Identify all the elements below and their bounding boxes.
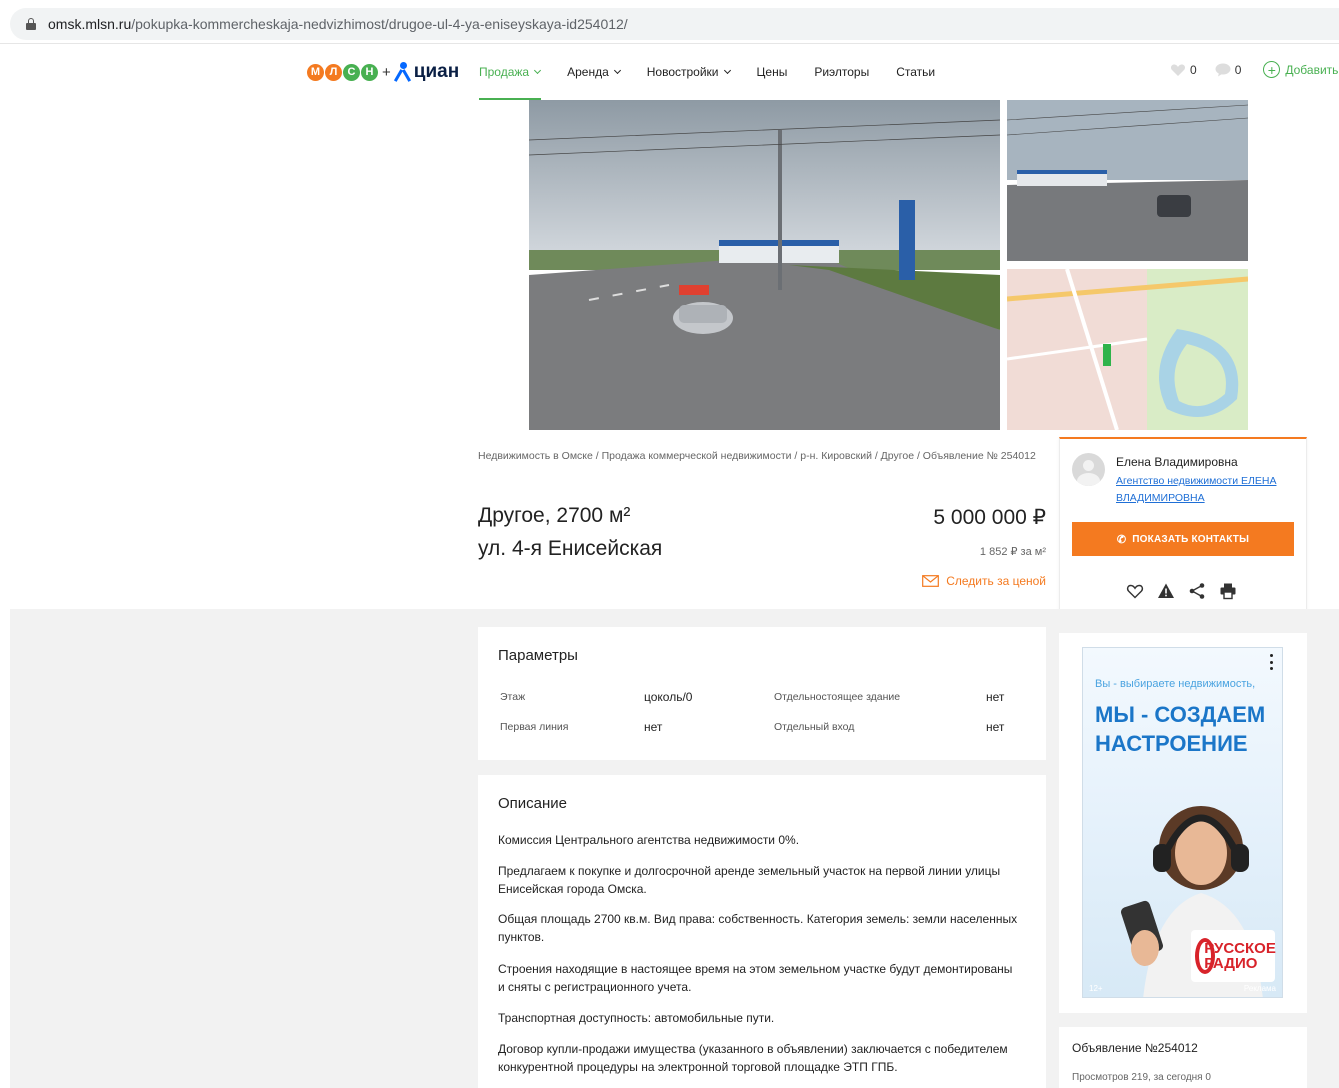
logo-plus: + bbox=[382, 63, 391, 81]
ad-label: Реклама bbox=[1243, 984, 1276, 993]
chevron-down-icon bbox=[723, 66, 731, 75]
listing-number: Объявление №254012 bbox=[1072, 1041, 1198, 1055]
street-photo-image bbox=[529, 100, 1000, 430]
url-host: omsk.mlsn.ru bbox=[48, 16, 132, 32]
nav-item-label: Продажа bbox=[479, 65, 530, 79]
listing-info-card: Объявление №254012 Просмотров 219, за се… bbox=[1059, 1027, 1307, 1088]
russkoe-radio-logo: РУССКОЕ РАДИО bbox=[1191, 930, 1276, 982]
listing-views: Просмотров 219, за сегодня 0 bbox=[1072, 1072, 1211, 1083]
description-card: Описание Комиссия Центрального агентства… bbox=[478, 775, 1046, 1088]
map-thumbnail[interactable] bbox=[1007, 269, 1248, 430]
description-paragraph: Строения находящие в настоящее время на … bbox=[498, 962, 1013, 994]
parameters-title: Параметры bbox=[498, 647, 578, 664]
ad-small-text: Вы - выбираете недвижимость, bbox=[1095, 678, 1256, 690]
description-paragraph: Предлагаем к покупке и долгосрочной арен… bbox=[498, 864, 1001, 896]
param-value-floor: цоколь/0 bbox=[644, 690, 693, 704]
share-icon[interactable] bbox=[1188, 582, 1206, 600]
card-actions bbox=[1126, 582, 1237, 600]
ad-banner[interactable]: Вы - выбираете недвижимость, МЫ - СОЗДАЕ… bbox=[1082, 647, 1283, 998]
show-contacts-button[interactable]: ✆ ПОКАЗАТЬ КОНТАКТЫ bbox=[1072, 522, 1294, 556]
cian-person-icon bbox=[393, 62, 411, 82]
main-nav: Продажа Аренда Новостройки Цены Риэлторы… bbox=[479, 44, 962, 100]
param-label-floor: Этаж bbox=[500, 691, 526, 703]
add-listing-label: Добавить bbox=[1285, 62, 1339, 77]
listing-title: Другое, 2700 м² bbox=[478, 504, 631, 527]
ad-card: Вы - выбираете недвижимость, МЫ - СОЗДАЕ… bbox=[1059, 633, 1307, 1013]
description-title: Описание bbox=[498, 795, 568, 812]
chevron-down-icon bbox=[613, 66, 621, 75]
chat-icon bbox=[1215, 63, 1231, 76]
site-logo[interactable]: М Л С Н + циан bbox=[307, 60, 459, 84]
favorites-count: 0 bbox=[1190, 62, 1197, 77]
print-icon[interactable] bbox=[1219, 582, 1237, 600]
nav-item-realtors[interactable]: Риэлторы bbox=[814, 44, 869, 100]
agent-name: Елена Владимировна bbox=[1116, 455, 1238, 469]
param-value-first-line: нет bbox=[644, 720, 663, 734]
logo-letter: Л bbox=[325, 63, 342, 81]
map-thumbnail-image bbox=[1007, 269, 1248, 430]
ad-age-rating: 12+ bbox=[1089, 984, 1103, 993]
header-actions: 0 0 + Добавить bbox=[1170, 61, 1338, 78]
nav-item-label: Цены bbox=[756, 65, 788, 79]
avatar bbox=[1072, 453, 1105, 486]
cian-logo-text: циан bbox=[413, 61, 460, 82]
chevron-down-icon bbox=[534, 66, 542, 75]
phone-icon: ✆ bbox=[1116, 533, 1127, 546]
parameters-card: Параметры Этаж цоколь/0 Отдельностоящее … bbox=[478, 627, 1046, 760]
watch-price-link[interactable]: Следить за ценой bbox=[880, 574, 1046, 588]
nav-item-prices[interactable]: Цены bbox=[757, 44, 788, 100]
param-label-detached: Отдельностоящее здание bbox=[774, 691, 901, 703]
street-thumbnail[interactable] bbox=[1007, 100, 1248, 261]
breadcrumb[interactable]: Недвижимость в Омске / Продажа коммерчес… bbox=[478, 448, 1048, 465]
ad-menu-icon[interactable] bbox=[1270, 654, 1274, 670]
param-value-separate-entrance: нет bbox=[986, 720, 1005, 734]
main-photo[interactable] bbox=[529, 100, 1000, 430]
lock-icon[interactable] bbox=[26, 18, 36, 30]
site-header: М Л С Н + циан Продажа Аренда Новостройк… bbox=[0, 44, 1339, 100]
nav-item-rent[interactable]: Аренда bbox=[567, 44, 621, 100]
nav-item-sale[interactable]: Продажа bbox=[479, 44, 542, 100]
nav-item-label: Риэлторы bbox=[814, 65, 870, 79]
mlsn-logo: М Л С Н bbox=[307, 63, 378, 81]
logo-letter: Н bbox=[361, 63, 378, 81]
agency-link[interactable]: Агентство недвижимости ЕЛЕНА ВЛАДИМИРОВН… bbox=[1116, 473, 1296, 507]
description-paragraph: Договор купли-продажи имущества (указанн… bbox=[498, 1042, 1008, 1074]
ad-headline: МЫ - СОЗДАЕМ НАСТРОЕНИЕ bbox=[1095, 702, 1266, 756]
nav-item-new-buildings[interactable]: Новостройки bbox=[646, 44, 731, 100]
show-contacts-label: ПОКАЗАТЬ КОНТАКТЫ bbox=[1132, 533, 1250, 545]
contact-card: Елена Владимировна Агентство недвижимост… bbox=[1059, 437, 1307, 620]
logo-letter: С bbox=[343, 63, 360, 81]
description-paragraph: Транспортная доступность: автомобильные … bbox=[498, 1011, 775, 1025]
heart-icon bbox=[1170, 64, 1186, 76]
nav-item-label: Аренда bbox=[567, 65, 609, 79]
listing-address: ул. 4-я Енисейская bbox=[478, 537, 663, 560]
param-label-first-line: Первая линия bbox=[500, 721, 569, 733]
param-value-detached: нет bbox=[986, 690, 1005, 704]
cian-logo: циан bbox=[393, 61, 460, 83]
favorites-button[interactable]: 0 bbox=[1170, 63, 1197, 77]
messages-count: 0 bbox=[1234, 62, 1242, 77]
envelope-icon bbox=[922, 575, 940, 587]
street-thumbnail-image bbox=[1007, 100, 1248, 261]
description-paragraph: Комиссия Центрального агентства недвижим… bbox=[498, 833, 800, 847]
nav-item-label: Статьи bbox=[896, 65, 936, 79]
warning-icon[interactable] bbox=[1157, 582, 1175, 600]
plus-circle-icon: + bbox=[1263, 61, 1281, 78]
logo-letter: М bbox=[307, 63, 324, 81]
nav-item-label: Новостройки bbox=[646, 65, 719, 79]
messages-button[interactable]: 0 bbox=[1215, 62, 1242, 77]
param-label-separate-entrance: Отдельный вход bbox=[774, 721, 855, 733]
url-text[interactable]: omsk.mlsn.ru/pokupka-kommercheskaja-nedv… bbox=[48, 16, 628, 32]
watch-price-label: Следить за ценой bbox=[946, 574, 1046, 588]
browser-address-bar: omsk.mlsn.ru/pokupka-kommercheskaja-nedv… bbox=[0, 0, 1339, 44]
price-per-m2: 1 852 ₽ за м² bbox=[979, 546, 1046, 558]
url-path: /pokupka-kommercheskaja-nedvizhimost/dru… bbox=[131, 16, 628, 32]
heart-icon[interactable] bbox=[1126, 582, 1144, 600]
description-paragraph: Общая площадь 2700 кв.м. Вид права: собс… bbox=[498, 912, 1018, 944]
add-listing-button[interactable]: + Добавить bbox=[1263, 61, 1338, 78]
nav-item-articles[interactable]: Статьи bbox=[896, 44, 935, 100]
url-field[interactable]: omsk.mlsn.ru/pokupka-kommercheskaja-nedv… bbox=[10, 8, 1339, 40]
listing-price: 5 000 000 ₽ bbox=[933, 506, 1046, 529]
